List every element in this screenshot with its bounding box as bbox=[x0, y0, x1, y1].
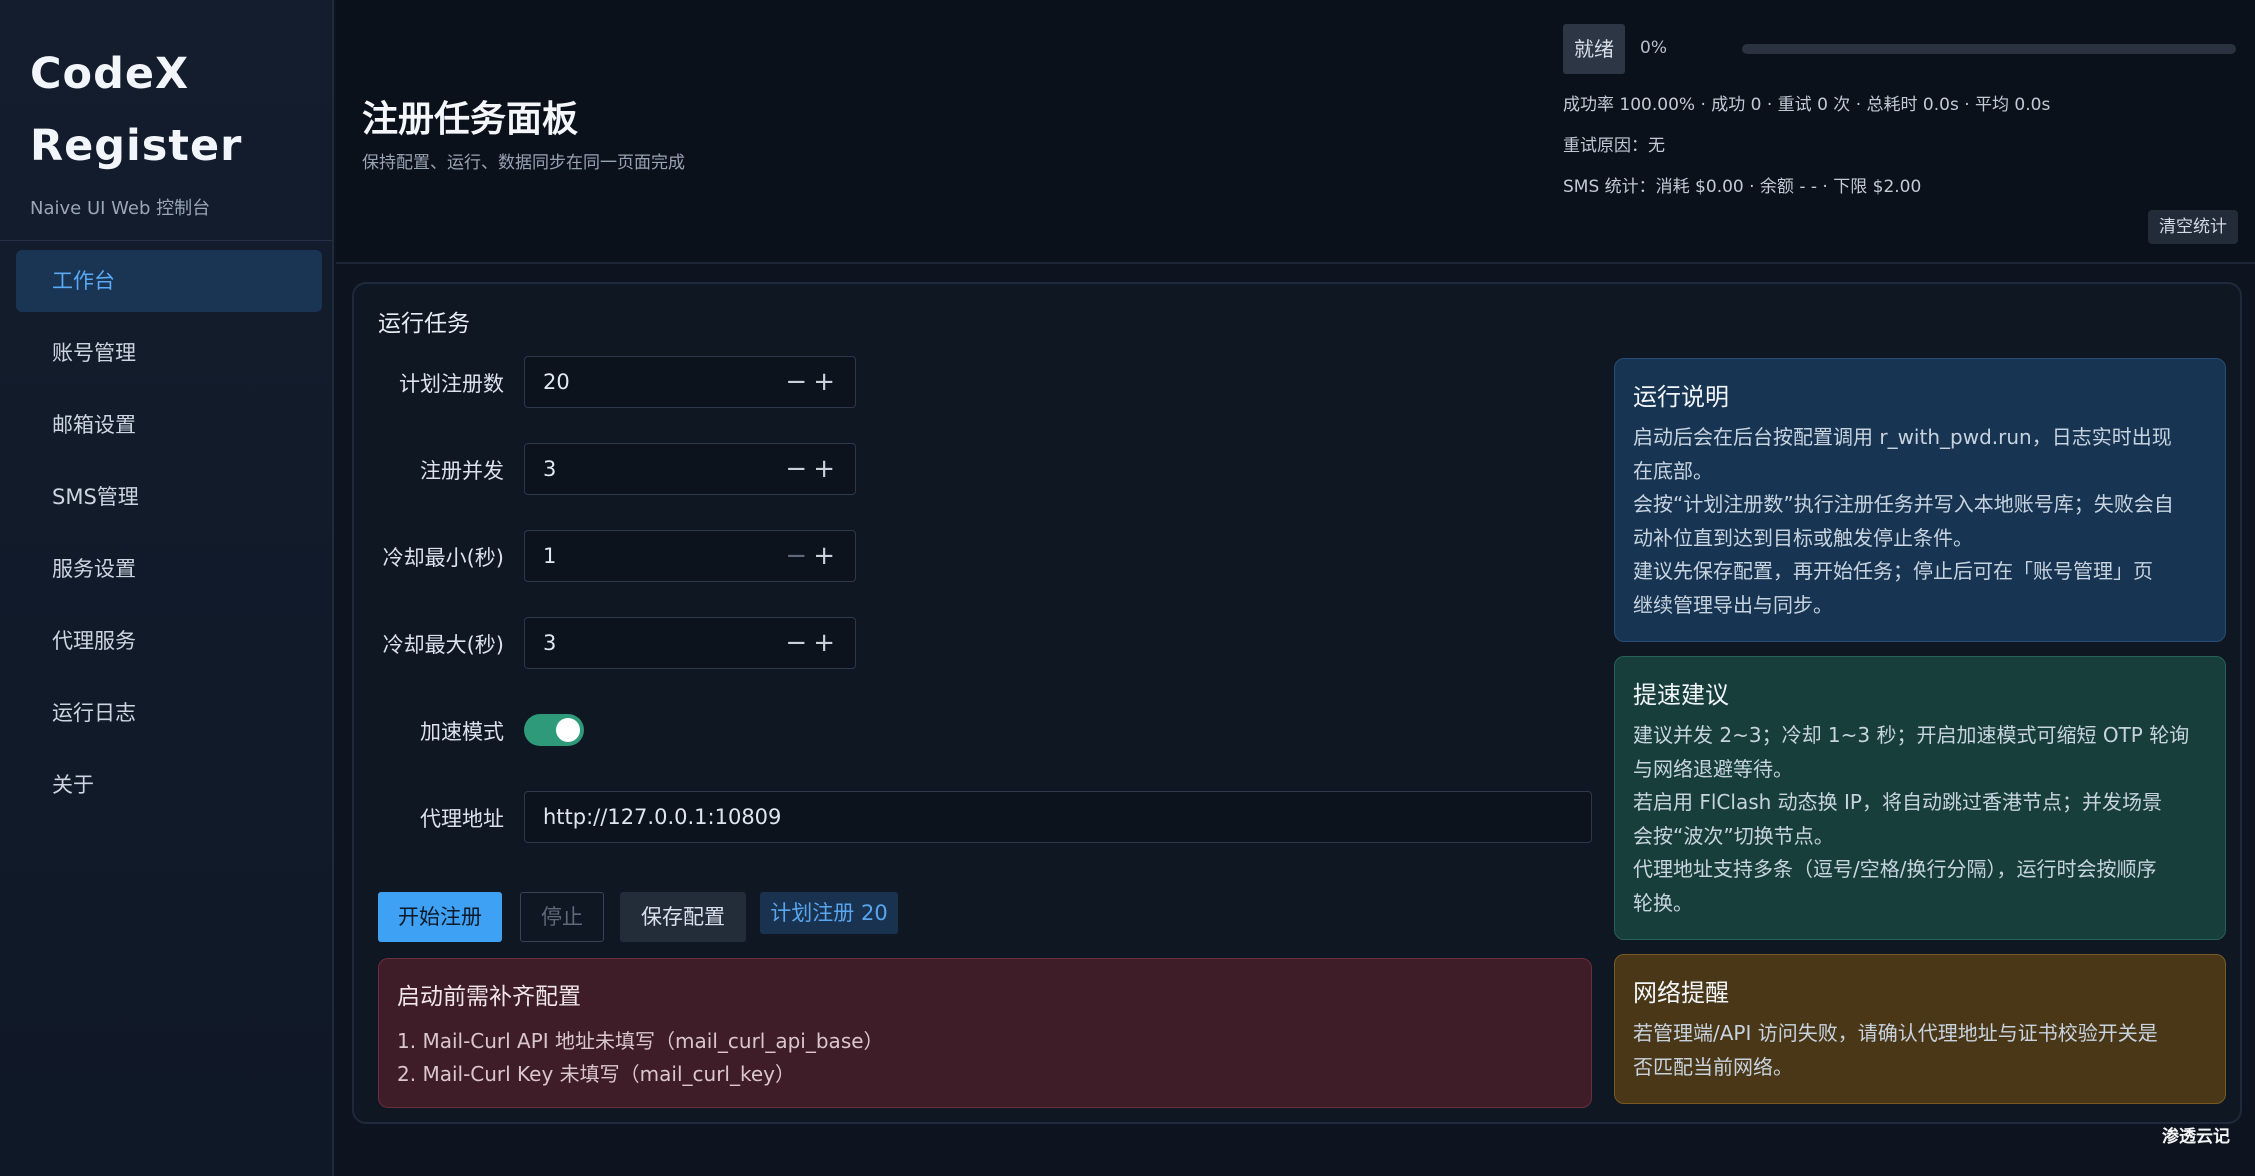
alert-line: 1. Mail-Curl API 地址未填写（mail_curl_api_bas… bbox=[397, 1029, 884, 1053]
stop-button[interactable]: 停止 bbox=[520, 892, 604, 942]
sidebar-item-logs[interactable]: 运行日志 bbox=[16, 682, 322, 744]
proxy-input[interactable]: http://127.0.0.1:10809 bbox=[524, 791, 1592, 843]
panel-line: 建议并发 2~3；冷却 1~3 秒；开启加速模式可缩短 OTP 轮询 bbox=[1633, 723, 2190, 747]
network-reminder-panel: 网络提醒 若管理端/API 访问失败，请确认代理地址与证书校验开关是 否匹配当前… bbox=[1614, 954, 2226, 1104]
panel-line: 动补位直到达到目标或触发停止条件。 bbox=[1633, 525, 1973, 550]
run-notes-body: 启动后会在后台按配置调用 r_with_pwd.run，日志实时出现 在底部。 … bbox=[1633, 421, 2207, 622]
concurrency-label: 注册并发 bbox=[420, 459, 504, 483]
run-notes-panel: 运行说明 启动后会在后台按配置调用 r_with_pwd.run，日志实时出现 … bbox=[1614, 358, 2226, 642]
sidebar-item-accounts[interactable]: 账号管理 bbox=[16, 322, 322, 384]
sidebar-item-sms[interactable]: SMS管理 bbox=[16, 466, 322, 528]
watermark: 渗透云记 bbox=[2162, 1127, 2230, 1147]
panel-line: 否匹配当前网络。 bbox=[1633, 1054, 1793, 1079]
plus-icon[interactable]: + bbox=[813, 454, 841, 484]
planned-count-input[interactable]: 20 −+ bbox=[524, 356, 856, 408]
sidebar: CodeX Register Naive UI Web 控制台 工作台 账号管理… bbox=[0, 0, 334, 1176]
planned-count-value: 20 bbox=[543, 370, 570, 394]
retry-reason: 重试原因：无 bbox=[1563, 136, 1665, 156]
planned-count-stepper: −+ bbox=[785, 367, 841, 397]
speed-tips-panel: 提速建议 建议并发 2~3；冷却 1~3 秒；开启加速模式可缩短 OTP 轮询 … bbox=[1614, 656, 2226, 940]
plus-icon[interactable]: + bbox=[813, 628, 841, 658]
alert-line: 2. Mail-Curl Key 未填写（mail_curl_key） bbox=[397, 1062, 795, 1086]
panel-line: 会按“计划注册数”执行注册任务并写入本地账号库；失败会自 bbox=[1633, 492, 2174, 516]
concurrency-input[interactable]: 3 −+ bbox=[524, 443, 856, 495]
cooldown-max-stepper: −+ bbox=[785, 628, 841, 658]
minus-icon[interactable]: − bbox=[785, 628, 813, 658]
cooldown-min-input[interactable]: 1 −+ bbox=[524, 530, 856, 582]
status-badge: 就绪 bbox=[1563, 24, 1625, 74]
accel-mode-label: 加速模式 bbox=[420, 720, 504, 744]
speed-tips-body: 建议并发 2~3；冷却 1~3 秒；开启加速模式可缩短 OTP 轮询 与网络退避… bbox=[1633, 719, 2207, 920]
brand-title-line2: Register bbox=[30, 121, 243, 171]
alert-title: 启动前需补齐配置 bbox=[397, 984, 581, 1010]
cooldown-min-label: 冷却最小(秒) bbox=[382, 546, 504, 570]
proxy-value: http://127.0.0.1:10809 bbox=[543, 805, 782, 829]
panel-line: 会按“波次”切换节点。 bbox=[1633, 823, 1834, 848]
panel-line: 若管理端/API 访问失败，请确认代理地址与证书校验开关是 bbox=[1633, 1021, 2158, 1045]
sidebar-item-services[interactable]: 服务设置 bbox=[16, 538, 322, 600]
plan-count-tag: 计划注册 20 bbox=[760, 892, 898, 934]
panel-line: 在底部。 bbox=[1633, 458, 1713, 483]
minus-icon[interactable]: − bbox=[785, 454, 813, 484]
progress-percent: 0% bbox=[1640, 38, 1667, 58]
run-task-card: 运行任务 计划注册数 20 −+ 注册并发 3 −+ 冷却最小(秒) 1 −+ … bbox=[352, 282, 2242, 1124]
speed-tips-title: 提速建议 bbox=[1633, 681, 1729, 709]
toggle-knob bbox=[556, 718, 580, 742]
sidebar-item-mailbox[interactable]: 邮箱设置 bbox=[16, 394, 322, 456]
cooldown-min-value: 1 bbox=[543, 544, 557, 568]
sidebar-item-workbench[interactable]: 工作台 bbox=[16, 250, 322, 312]
minus-icon[interactable]: − bbox=[785, 367, 813, 397]
panel-line: 建议先保存配置，再开始任务；停止后可在「账号管理」页 bbox=[1633, 559, 2153, 583]
progress-bar bbox=[1742, 44, 2236, 54]
brand: CodeX Register Naive UI Web 控制台 bbox=[30, 38, 242, 220]
panel-line: 与网络退避等待。 bbox=[1633, 756, 1793, 781]
panel-line: 继续管理导出与同步。 bbox=[1633, 592, 1833, 617]
save-config-button[interactable]: 保存配置 bbox=[620, 892, 746, 942]
sidebar-divider bbox=[0, 240, 332, 241]
network-reminder-body: 若管理端/API 访问失败，请确认代理地址与证书校验开关是 否匹配当前网络。 bbox=[1633, 1017, 2207, 1084]
panel-line: 启动后会在后台按配置调用 r_with_pwd.run，日志实时出现 bbox=[1633, 425, 2172, 449]
sms-stats: SMS 统计：消耗 $0.00 · 余额 - - · 下限 $2.00 bbox=[1563, 177, 1922, 197]
brand-subtitle: Naive UI Web 控制台 bbox=[30, 198, 211, 219]
proxy-label: 代理地址 bbox=[420, 807, 504, 831]
clear-stats-button[interactable]: 清空统计 bbox=[2148, 210, 2238, 244]
start-button[interactable]: 开始注册 bbox=[378, 892, 502, 942]
minus-icon[interactable]: − bbox=[785, 541, 813, 571]
cooldown-max-label: 冷却最大(秒) bbox=[382, 633, 504, 657]
cooldown-max-value: 3 bbox=[543, 631, 557, 655]
panel-line: 轮换。 bbox=[1633, 890, 1693, 915]
config-missing-alert: 启动前需补齐配置 1. Mail-Curl API 地址未填写（mail_cur… bbox=[378, 958, 1592, 1108]
sidebar-nav: 工作台 账号管理 邮箱设置 SMS管理 服务设置 代理服务 运行日志 关于 bbox=[16, 250, 322, 826]
run-notes-title: 运行说明 bbox=[1633, 383, 1729, 411]
plus-icon[interactable]: + bbox=[813, 367, 841, 397]
cooldown-max-input[interactable]: 3 −+ bbox=[524, 617, 856, 669]
panel-line: 代理地址支持多条（逗号/空格/换行分隔），运行时会按顺序 bbox=[1633, 857, 2157, 881]
sidebar-item-about[interactable]: 关于 bbox=[16, 754, 322, 816]
panel-line: 若启用 FlClash 动态换 IP，将自动跳过香港节点；并发场景 bbox=[1633, 790, 2162, 814]
sidebar-item-proxy[interactable]: 代理服务 bbox=[16, 610, 322, 672]
brand-title-line1: CodeX bbox=[30, 49, 190, 99]
plus-icon[interactable]: + bbox=[813, 541, 841, 571]
stats-summary: 成功率 100.00% · 成功 0 · 重试 0 次 · 总耗时 0.0s ·… bbox=[1563, 95, 2051, 115]
concurrency-value: 3 bbox=[543, 457, 557, 481]
network-reminder-title: 网络提醒 bbox=[1633, 979, 1729, 1007]
planned-count-label: 计划注册数 bbox=[399, 372, 504, 396]
page-title: 注册任务面板 bbox=[362, 99, 579, 140]
concurrency-stepper: −+ bbox=[785, 454, 841, 484]
page-subtitle: 保持配置、运行、数据同步在同一页面完成 bbox=[362, 153, 685, 173]
card-title: 运行任务 bbox=[378, 311, 470, 337]
cooldown-min-stepper: −+ bbox=[785, 541, 841, 571]
header: 注册任务面板 保持配置、运行、数据同步在同一页面完成 就绪 0% 成功率 100… bbox=[336, 0, 2255, 264]
accel-mode-toggle[interactable] bbox=[524, 714, 584, 746]
